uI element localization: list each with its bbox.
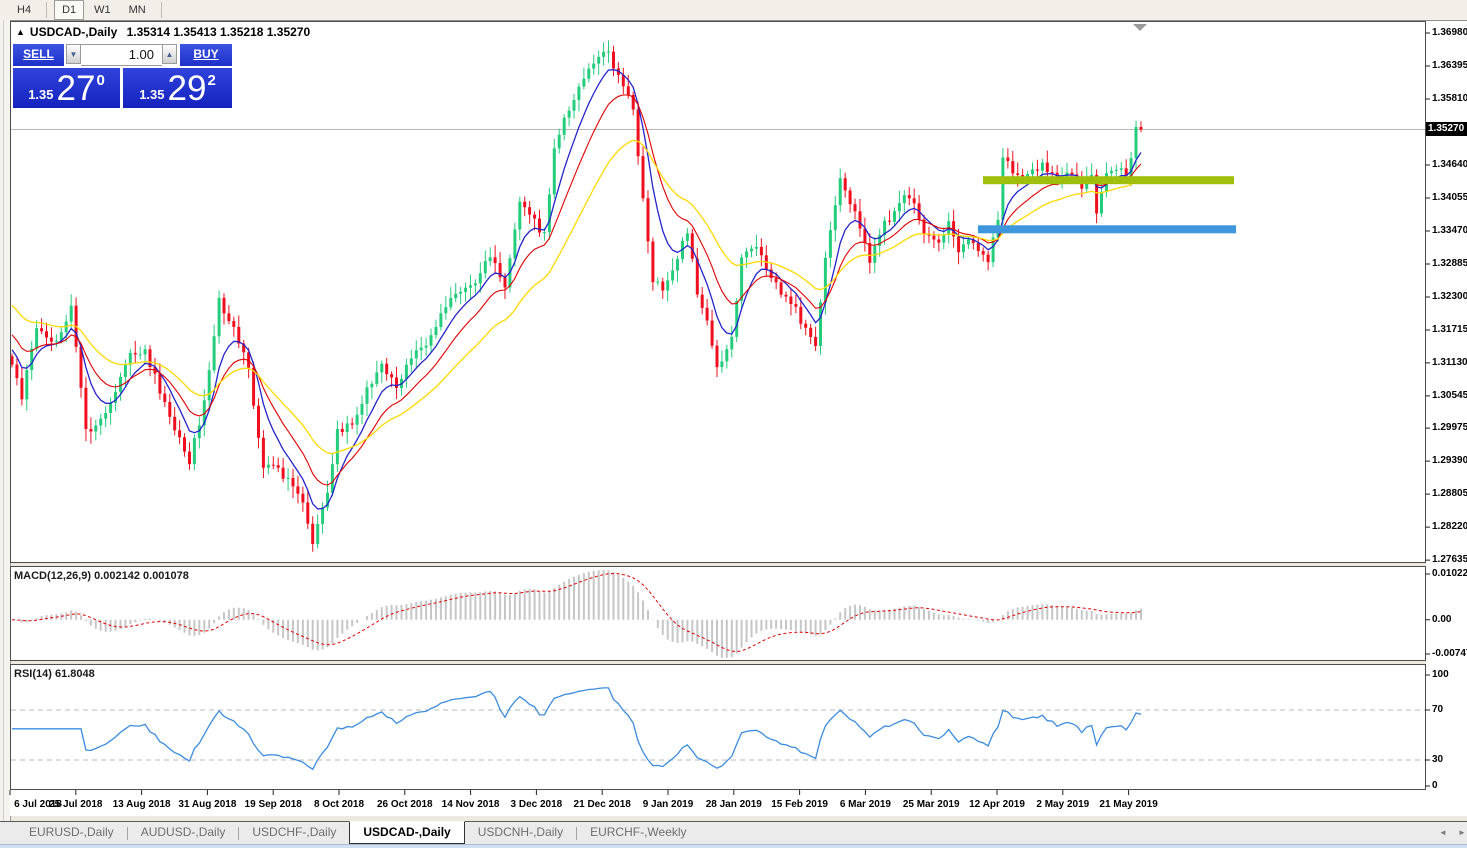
scroll-right-button[interactable]: ►	[1456, 827, 1467, 839]
rsi-tick-label: 70	[1432, 704, 1467, 715]
date-tick-label: 25 Jul 2018	[40, 799, 112, 810]
bull-candle-wicks	[27, 40, 1136, 548]
rsi-layer	[11, 688, 1425, 769]
chart-canvas[interactable]	[0, 0, 1467, 848]
rsi-tick-label: 100	[1432, 669, 1467, 680]
slow-ma-line	[12, 140, 1141, 453]
price-tick-label: 1.27635	[1432, 554, 1467, 565]
sell-price-sup: 0	[96, 72, 104, 89]
rsi-line	[12, 688, 1141, 769]
price-tick-label: 1.28220	[1432, 521, 1467, 532]
bear-candle-wicks	[12, 46, 1141, 552]
sell-button[interactable]: SELL	[13, 44, 64, 66]
date-tick-label: 15 Feb 2019	[764, 799, 836, 810]
sell-price-base: 1.35	[28, 87, 53, 102]
date-tick-label: 12 Apr 2019	[961, 799, 1033, 810]
price-tick-label: 1.32885	[1432, 258, 1467, 269]
volume-input[interactable]: 1.00	[81, 44, 162, 66]
chart-shift-marker-icon[interactable]	[1133, 24, 1147, 31]
buy-price-box[interactable]: 1.35 29 2	[123, 68, 232, 108]
scroll-left-button[interactable]: ◄	[1437, 827, 1449, 839]
date-tick-label: 13 Aug 2018	[106, 799, 178, 810]
medium-ma-line	[12, 95, 1141, 485]
price-tick-label: 1.35810	[1432, 93, 1467, 104]
date-tick-label: 2 May 2019	[1027, 799, 1099, 810]
date-tick-label: 19 Sep 2018	[237, 799, 309, 810]
fast-ma-line	[12, 70, 1141, 509]
macd-signal-line	[12, 574, 1141, 652]
mt4-terminal: H4D1W1MN ▲USDCAD-,Daily 1.35314 1.35413 …	[0, 0, 1467, 848]
date-tick-label: 31 Aug 2018	[171, 799, 243, 810]
collapse-triangle-icon[interactable]: ▲	[16, 27, 25, 37]
price-tick-label: 1.33470	[1432, 225, 1467, 236]
macd-tick-label: -0.007477	[1432, 648, 1467, 659]
macd-layer	[12, 570, 1141, 658]
macd-tick-label: 0.00	[1432, 614, 1467, 625]
date-tick-label: 14 Nov 2018	[435, 799, 507, 810]
sell-price-box[interactable]: 1.35 27 0	[13, 68, 120, 108]
axis-tick-marks	[10, 33, 1430, 795]
buy-button[interactable]: BUY	[180, 44, 232, 66]
price-tick-label: 1.30545	[1432, 390, 1467, 401]
chart-title: ▲ USDCAD-,Daily 1.35314 1.35413 1.35218 1…	[16, 25, 310, 39]
price-tick-label: 1.34055	[1432, 192, 1467, 203]
price-tick-label: 1.36395	[1432, 60, 1467, 71]
candlestick-series	[11, 52, 1143, 544]
buy-price-base: 1.35	[139, 87, 164, 102]
price-tick-label: 1.28805	[1432, 488, 1467, 499]
volume-increase-button[interactable]: ▲	[162, 44, 177, 64]
date-tick-label: 25 Mar 2019	[895, 799, 967, 810]
sell-price-big: 27	[57, 70, 96, 108]
buy-price-big: 29	[168, 70, 207, 108]
chart-ohlc-values: 1.35314 1.35413 1.35218 1.35270	[127, 25, 311, 39]
date-tick-label: 28 Jan 2019	[698, 799, 770, 810]
date-tick-label: 9 Jan 2019	[632, 799, 704, 810]
date-tick-label: 8 Oct 2018	[303, 799, 375, 810]
date-tick-label: 3 Dec 2018	[500, 799, 572, 810]
date-tick-label: 6 Mar 2019	[829, 799, 901, 810]
volume-decrease-button[interactable]: ▼	[66, 44, 81, 64]
macd-tick-label: 0.010229	[1432, 568, 1467, 579]
price-tick-label: 1.36980	[1432, 27, 1467, 38]
chart-symbol-label: USDCAD-,Daily	[30, 25, 117, 39]
date-tick-label: 26 Oct 2018	[369, 799, 441, 810]
current-price-badge: 1.35270	[1426, 122, 1467, 136]
rsi-tick-label: 30	[1432, 754, 1467, 765]
price-tick-label: 1.29975	[1432, 422, 1467, 433]
price-tick-label: 1.31715	[1432, 324, 1467, 335]
price-tick-label: 1.32300	[1432, 291, 1467, 302]
date-tick-label: 21 May 2019	[1093, 799, 1165, 810]
rsi-tick-label: 0	[1432, 780, 1467, 791]
rsi-indicator-label: RSI(14) 61.8048	[14, 668, 95, 680]
support-band[interactable]	[978, 225, 1236, 233]
main-chart-layer	[11, 40, 1426, 551]
price-tick-label: 1.31130	[1432, 357, 1467, 368]
one-click-trading-widget: SELL ▼ 1.00 ▲ BUY 1.35 27 0 1.35 29 2	[13, 44, 232, 108]
buy-price-sup: 2	[207, 72, 215, 89]
resistance-band[interactable]	[983, 176, 1234, 184]
price-tick-label: 1.34640	[1432, 159, 1467, 170]
date-tick-label: 21 Dec 2018	[566, 799, 638, 810]
price-tick-label: 1.29390	[1432, 455, 1467, 466]
macd-indicator-label: MACD(12,26,9) 0.002142 0.001078	[14, 570, 189, 582]
